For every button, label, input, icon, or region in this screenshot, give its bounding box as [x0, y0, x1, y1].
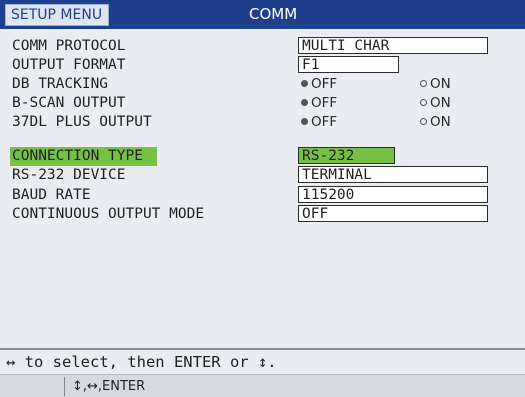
setting-label: COMM PROTOCOL — [12, 38, 126, 54]
setting-label: DB TRACKING — [12, 76, 109, 92]
radio-unselected-icon — [420, 80, 427, 87]
baud-rate-field[interactable]: 115200 — [298, 186, 488, 203]
setting-row-baud-rate[interactable]: BAUD RATE 115200 — [0, 186, 525, 205]
setup-menu-tab[interactable]: SETUP MENU — [5, 4, 110, 26]
rs232-device-field[interactable]: TERMINAL — [298, 166, 488, 183]
key-hint-divider — [64, 377, 65, 396]
settings-list: COMM PROTOCOL MULTI CHAR OUTPUT FORMAT F… — [0, 29, 525, 349]
setting-row-db-tracking[interactable]: DB TRACKING OFF ON — [0, 75, 525, 94]
setting-label: B-SCAN OUTPUT — [12, 95, 126, 111]
title-bar: SETUP MENU COMM — [0, 0, 525, 29]
radio-label: OFF — [311, 76, 338, 92]
setting-row-connection-type[interactable]: CONNECTION TYPE RS-232 — [0, 147, 525, 166]
page-title: COMM — [249, 5, 298, 23]
radio-selected-icon — [301, 118, 308, 125]
setting-row-comm-protocol[interactable]: COMM PROTOCOL MULTI CHAR — [0, 37, 525, 56]
setting-row-rs232-device[interactable]: RS-232 DEVICE TERMINAL — [0, 166, 525, 185]
connection-type-field[interactable]: RS-232 — [298, 147, 395, 164]
comm-setup-screen: SETUP MENU COMM COMM PROTOCOL MULTI CHAR… — [0, 0, 525, 397]
radio-unselected-icon — [420, 99, 427, 106]
bscan-output-on-radio[interactable]: ON — [420, 94, 451, 113]
setting-row-37dl-plus-output[interactable]: 37DL PLUS OUTPUT OFF ON — [0, 113, 525, 132]
radio-label: ON — [430, 114, 451, 130]
comm-protocol-field[interactable]: MULTI CHAR — [298, 37, 488, 54]
output-format-field[interactable]: F1 — [298, 56, 399, 73]
key-hint-bar: ↕,↔,ENTER — [0, 374, 525, 397]
radio-label: OFF — [311, 95, 338, 111]
db-tracking-on-radio[interactable]: ON — [420, 75, 451, 94]
setting-label: BAUD RATE — [12, 187, 91, 203]
setting-label: 37DL PLUS OUTPUT — [12, 114, 152, 130]
continuous-output-mode-field[interactable]: OFF — [298, 205, 488, 222]
setting-row-bscan-output[interactable]: B-SCAN OUTPUT OFF ON — [0, 94, 525, 113]
setting-label-selected: CONNECTION TYPE — [10, 147, 157, 166]
radio-selected-icon — [301, 99, 308, 106]
radio-selected-icon — [301, 80, 308, 87]
radio-label: ON — [430, 76, 451, 92]
setting-row-output-format[interactable]: OUTPUT FORMAT F1 — [0, 56, 525, 75]
37dl-output-on-radio[interactable]: ON — [420, 113, 451, 132]
bscan-output-off-radio[interactable]: OFF — [301, 94, 337, 113]
key-hint-text: ↕,↔,ENTER — [72, 379, 146, 394]
help-bar: ↔ to select, then ENTER or ↕. — [0, 350, 525, 374]
help-text: ↔ to select, then ENTER or ↕. — [6, 353, 277, 371]
setting-label: OUTPUT FORMAT — [12, 57, 126, 73]
radio-label: ON — [430, 95, 451, 111]
setting-label: CONTINUOUS OUTPUT MODE — [12, 206, 205, 222]
setting-row-continuous-output-mode[interactable]: CONTINUOUS OUTPUT MODE OFF — [0, 205, 525, 224]
37dl-output-off-radio[interactable]: OFF — [301, 113, 337, 132]
radio-unselected-icon — [420, 118, 427, 125]
db-tracking-off-radio[interactable]: OFF — [301, 75, 337, 94]
radio-label: OFF — [311, 114, 338, 130]
setting-label: RS-232 DEVICE — [12, 167, 126, 183]
